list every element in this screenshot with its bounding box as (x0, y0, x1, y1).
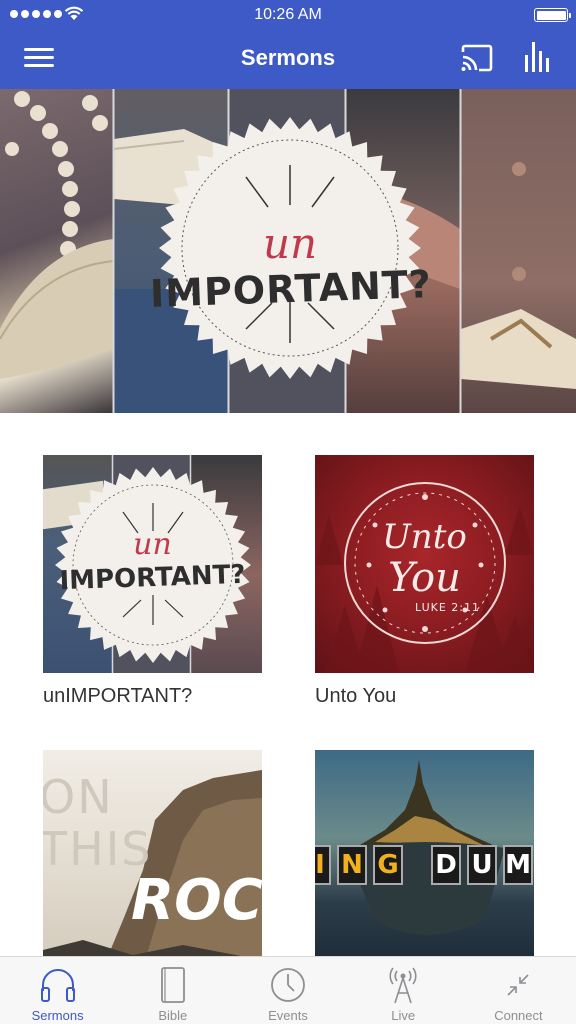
battery-icon (534, 8, 571, 22)
series-card[interactable]: un IMPORTANT? unIMPORTANT? (43, 455, 262, 725)
tab-label: Sermons (31, 1008, 84, 1023)
series-art-line2: You (388, 555, 461, 601)
series-title: Unto You (315, 685, 397, 707)
compress-arrows-icon (507, 974, 529, 996)
series-art-reference: LUKE 2:11 (415, 601, 480, 614)
tab-live[interactable]: Live (346, 957, 461, 1024)
bar-chart-icon[interactable] (524, 42, 552, 72)
tab-sermons[interactable]: Sermons (0, 957, 115, 1024)
tab-events[interactable]: Events (230, 957, 345, 1024)
status-bar: 10:26 AM (0, 0, 576, 30)
tab-label: Live (391, 1008, 416, 1023)
kingdom-letter: N (337, 845, 367, 885)
app-header: 10:26 AM Sermons (0, 0, 576, 89)
kingdom-letter: I (315, 845, 331, 885)
series-artwork: ON THIS ROC (43, 750, 262, 956)
series-card[interactable]: Unto You LUKE 2:11 Unto You (315, 455, 534, 725)
hero-banner[interactable]: un IMPORTANT? (0, 89, 576, 413)
headphones-icon (40, 969, 75, 1002)
kingdom-letter: U (467, 845, 497, 885)
series-art-line1: ON (43, 770, 114, 824)
series-title: unIMPORTANT? (43, 685, 193, 707)
series-art-line1: un (133, 527, 172, 562)
tab-bible[interactable]: Bible (115, 957, 230, 1024)
series-card[interactable]: ON THIS ROC (43, 750, 262, 956)
cast-icon[interactable] (460, 44, 494, 72)
tab-connect[interactable]: Connect (461, 957, 576, 1024)
tab-label: Connect (494, 1008, 543, 1023)
series-art-line1: Unto (382, 517, 467, 557)
series-artwork: Unto You LUKE 2:11 (315, 455, 534, 673)
sermon-series-seal: un IMPORTANT? (149, 117, 432, 379)
tab-bar: Sermons Bible Events Live Connect (0, 956, 576, 1024)
kingdom-letter: M (503, 845, 533, 885)
hero-title-line1: un (262, 219, 318, 268)
tab-label: Events (268, 1008, 308, 1023)
status-time: 10:26 AM (254, 6, 322, 23)
sermon-series-grid: un IMPORTANT? unIMPORTANT? Unto You LUKE… (0, 413, 576, 956)
clock-icon (271, 968, 305, 1002)
series-artwork: un IMPORTANT? (43, 455, 262, 673)
kingdom-letter: D (431, 845, 461, 885)
kingdom-letter: G (373, 845, 403, 885)
tab-label: Bible (158, 1008, 188, 1023)
series-art-line3: ROC (131, 868, 262, 933)
book-icon (160, 967, 185, 1003)
series-card[interactable]: I N G D U M (315, 750, 534, 956)
broadcast-tower-icon (389, 967, 417, 1004)
series-artwork: I N G D U M (315, 750, 534, 956)
kingdom-letter-panel: I N G D U M (315, 845, 533, 885)
